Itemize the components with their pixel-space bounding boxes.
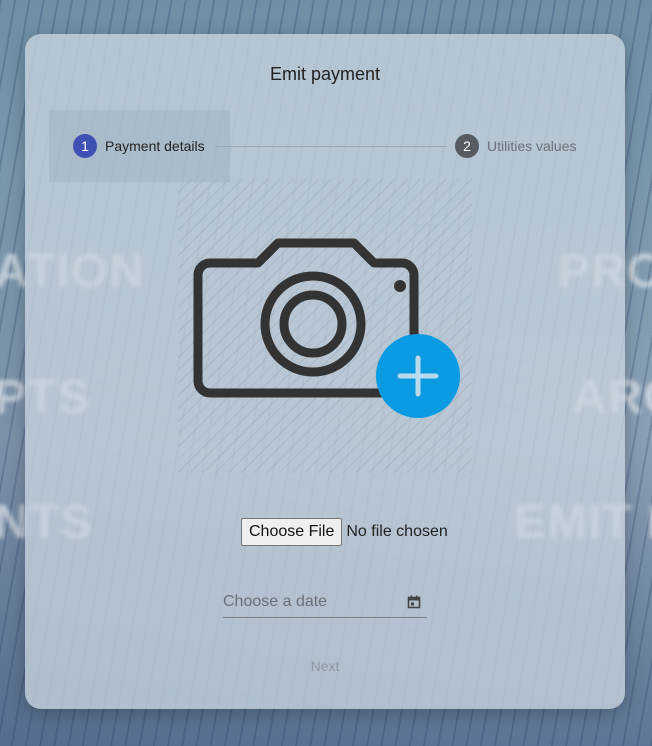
step-number: 1 [73, 134, 97, 158]
file-status-text: No file chosen [346, 523, 448, 540]
plus-circle-icon[interactable] [376, 334, 460, 418]
photo-upload-area[interactable] [178, 179, 472, 473]
step-label: Payment details [105, 138, 205, 154]
calendar-icon[interactable] [407, 595, 421, 609]
choose-file-button[interactable]: Choose File [241, 518, 343, 546]
date-field[interactable] [223, 590, 427, 618]
file-input[interactable]: Choose File No file chosen [241, 518, 448, 546]
step-utilities-values[interactable]: 2 Utilities values [455, 134, 576, 158]
step-label: Utilities values [487, 138, 577, 154]
step-number: 2 [455, 134, 479, 158]
emit-payment-dialog: Emit payment 1 Payment details 2 Utiliti… [25, 34, 625, 709]
dialog-title: Emit payment [269, 64, 381, 84]
next-button[interactable]: Next [295, 656, 355, 676]
step-payment-details[interactable]: 1 Payment details [73, 134, 205, 158]
stepper-connector [215, 146, 447, 147]
date-input[interactable] [223, 590, 403, 614]
